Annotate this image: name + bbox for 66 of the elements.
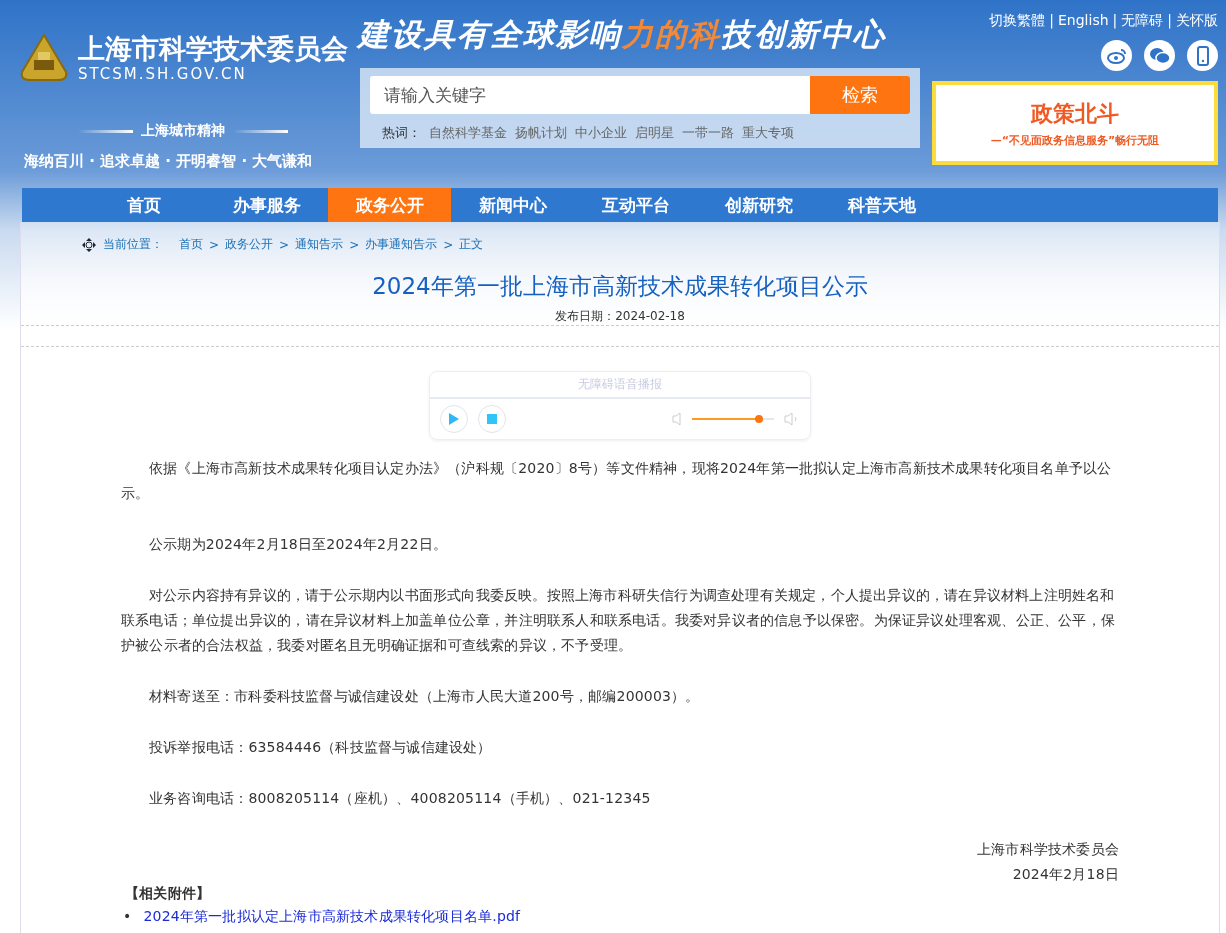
search-field[interactable]: 请输入关键字 (370, 76, 810, 114)
link-separator: | (1112, 12, 1118, 30)
top-link[interactable]: 切换繁體 (989, 12, 1046, 30)
top-link[interactable]: 关怀版 (1176, 12, 1218, 30)
hot-word-link[interactable]: 重大专项 (742, 124, 794, 142)
move-arrows-icon (81, 236, 97, 253)
nav-tab[interactable]: 办事服务 (205, 188, 328, 222)
breadcrumb-link[interactable]: 通知告示 (295, 236, 344, 253)
promo-banner[interactable]: 政策北斗 —“不见面政务信息服务”畅行无阻 (932, 81, 1218, 165)
nav-tab[interactable]: 新闻中心 (451, 188, 574, 222)
breadcrumb-link[interactable]: 正文 (459, 236, 484, 253)
promo-title: 政策北斗 (1031, 99, 1119, 128)
nav-tab[interactable]: 科普天地 (820, 188, 943, 222)
hot-word-link[interactable]: 一带一路 (682, 124, 734, 142)
nav-tab[interactable]: 创新研究 (697, 188, 820, 222)
stop-icon (487, 414, 497, 424)
article-paragraph: 材料寄送至：市科委科技监督与诚信建设处（上海市人民大道200号，邮编200003）。 (148, 687, 701, 706)
mobile-phone-icon[interactable] (1187, 40, 1218, 71)
breadcrumb-separator: > (349, 237, 360, 252)
play-button[interactable] (440, 405, 468, 433)
site-name: 上海市科学技术委员会 (78, 33, 348, 65)
breadcrumb-link[interactable]: 办事通知告示 (365, 236, 438, 253)
article-paragraph: 公示期为2024年2月18日至2024年2月22日。 (148, 535, 448, 554)
link-separator: | (1049, 12, 1054, 30)
article-paragraph: 对公示内容持有异议的，请于公示期内以书面形式向我委反映。按照上海市科研失信行为调查处理有关规定，个人提出异议的，请在异议材料上注明姓名和联系电话；单位提出异议的，请在异议材料上加盖单位公章，并注明联系人和联系电话。我委对异议者的信息予以保密。为保证异议处理客观、公正、公平，保护被公示者的合法权益，我委对匿名且无明确证据和可查线索的异议，不予受理。 (121, 586, 1116, 655)
attachment-link[interactable]: 2024年第一批拟认定上海市高新技术成果转化项目名单.pdf (143, 905, 521, 927)
spirit-motto: 海纳百川 · 追求卓越 · 开明睿智 · 大气谦和 (24, 152, 314, 171)
hot-word-link[interactable]: 中小企业 (575, 124, 627, 142)
list-bullet: • (123, 907, 132, 926)
attachments-heading: 【相关附件】 (124, 884, 212, 903)
breadcrumb-label: 当前位置： (103, 236, 163, 253)
article-paragraph: 依据《上海市高新技术成果转化项目认定办法》（沪科规〔2020〕8号）等文件精神，现将2024年第一批拟认定上海市高新技术成果转化项目名单予以公示。 (121, 459, 1113, 503)
slogan: 建设具有全球影响力的科技创新中心 (358, 15, 887, 54)
spirit-title: 上海城市精神 (141, 122, 225, 140)
hot-word-link[interactable]: 扬帆计划 (515, 124, 567, 142)
article-title: 2024年第一批上海市高新技术成果转化项目公示 (371, 272, 869, 301)
article-paragraph: 投诉举报电话：63584446（科技监督与诚信建设处） (148, 738, 493, 757)
breadcrumb-link[interactable]: 政务公开 (225, 236, 274, 253)
breadcrumb-link[interactable]: 首页 (179, 236, 203, 253)
hot-word-link[interactable]: 启明星 (635, 124, 674, 142)
hot-word-link[interactable]: 自然科学基金 (429, 124, 507, 142)
publish-date: 发布日期：2024-02-18 (554, 308, 686, 325)
slider-thumb[interactable] (755, 415, 764, 423)
breadcrumb-separator: > (279, 237, 290, 252)
volume-low-icon (672, 412, 682, 426)
breadcrumb-separator: > (443, 237, 454, 252)
volume-high-icon (784, 412, 800, 426)
stop-button[interactable] (478, 405, 506, 433)
promo-subtitle: —“不见面政务信息服务”畅行无阻 (990, 132, 1160, 148)
article-paragraph: 业务咨询电话：8008205114（座机）、4008205114（手机）、021-12345 (148, 789, 652, 808)
play-icon (449, 413, 459, 425)
link-separator: | (1167, 12, 1172, 30)
chat-bubbles-icon[interactable] (1144, 40, 1175, 71)
site-domain: STCSM.SH.GOV.CN (78, 65, 248, 83)
nav-tab[interactable]: 首页 (82, 188, 205, 222)
signature-line: 2024年2月18日 (1011, 865, 1119, 884)
emblem-logo (18, 32, 70, 84)
signature-line: 上海市科学技术委员会 (976, 840, 1119, 859)
hot-words-label: 热词： (382, 124, 421, 142)
weibo-icon[interactable] (1101, 40, 1132, 71)
top-link[interactable]: English (1058, 12, 1109, 30)
search-button[interactable]: 检索 (810, 76, 910, 114)
top-link[interactable]: 无障碍 (1121, 12, 1164, 30)
nav-tab[interactable]: 政务公开 (328, 188, 451, 222)
nav-tab[interactable]: 互动平台 (574, 188, 697, 222)
breadcrumb-separator: > (209, 237, 220, 252)
